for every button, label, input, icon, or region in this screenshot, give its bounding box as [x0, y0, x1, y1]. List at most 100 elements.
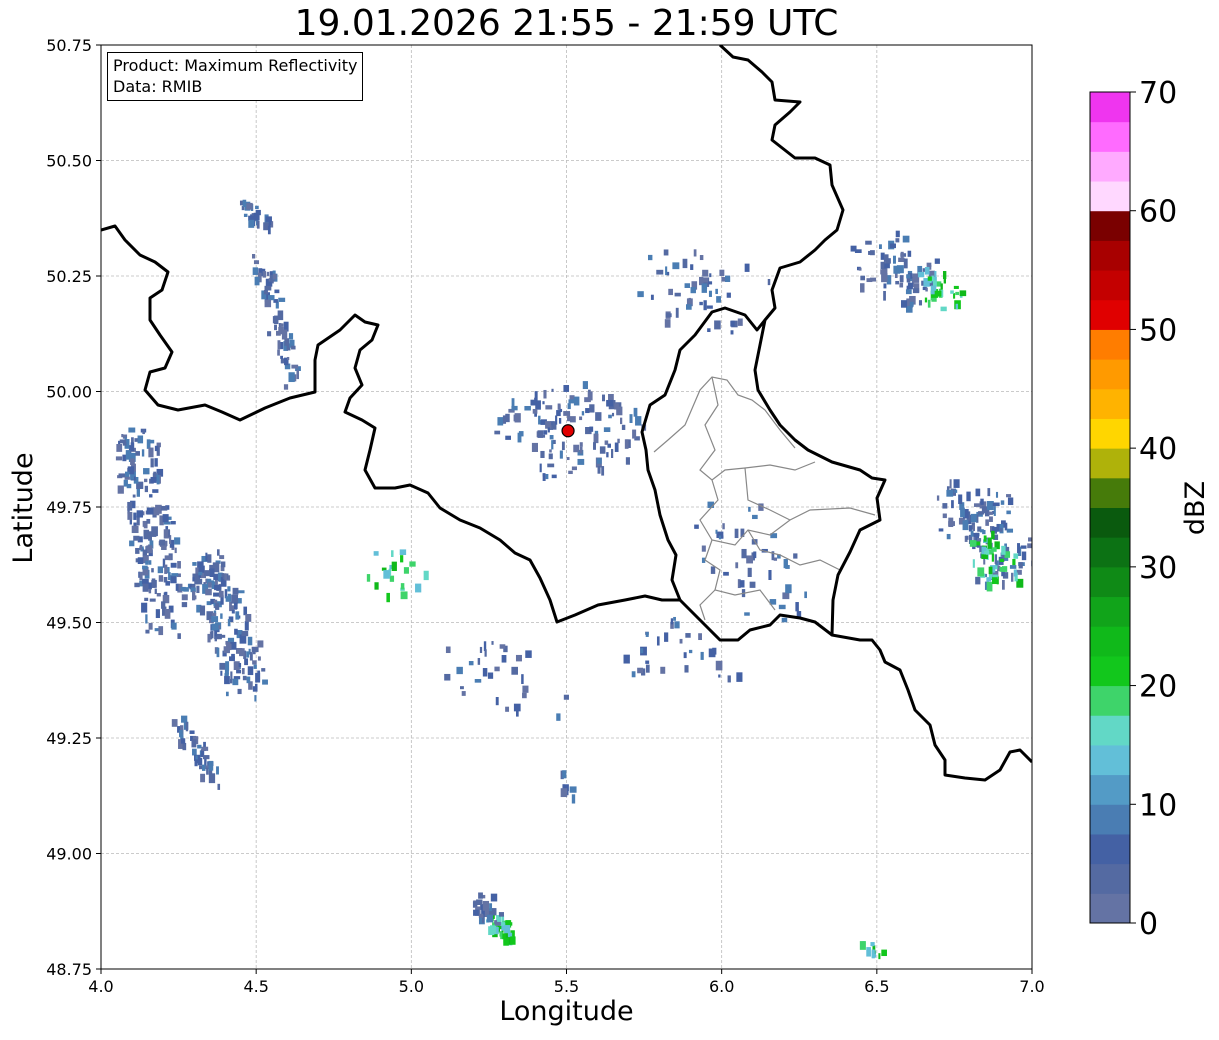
- echo-pixel: [593, 433, 599, 444]
- echo-pixel: [164, 564, 168, 574]
- echo-pixel: [768, 569, 772, 580]
- colorbar-segment: [1090, 121, 1130, 152]
- echo-pixel: [542, 401, 545, 405]
- colorbar-tick-label: 10: [1139, 788, 1177, 823]
- echo-pixel: [633, 407, 638, 417]
- echo-pixel: [551, 440, 554, 450]
- echo-pixel: [975, 488, 981, 497]
- echo-pixel: [232, 678, 239, 686]
- colorbar-segment: [1090, 833, 1130, 865]
- echo-pixel: [645, 664, 650, 673]
- echo-pixel: [181, 594, 188, 601]
- echo-pixel: [585, 408, 590, 414]
- echo-pixel: [551, 388, 554, 392]
- echo-pixel: [478, 892, 483, 899]
- echo-pixel: [252, 646, 256, 655]
- echo-pixel: [142, 549, 148, 556]
- echo-pixel: [262, 271, 267, 278]
- echo-pixel: [1000, 528, 1003, 532]
- echo-pixel: [237, 688, 242, 695]
- product-info-box: Product: Maximum Reflectivity Data: RMIB: [107, 52, 364, 101]
- echo-pixel: [949, 479, 952, 489]
- echo-pixel: [177, 633, 181, 639]
- x-tick-label: 7.0: [1019, 977, 1044, 996]
- echo-pixel: [242, 675, 247, 681]
- echo-pixel: [748, 506, 751, 512]
- echo-pixel: [950, 290, 954, 294]
- echo-pixel: [621, 424, 626, 430]
- echo-pixel: [899, 282, 904, 288]
- echo-pixel: [726, 292, 731, 298]
- echo-pixel: [234, 602, 238, 610]
- echo-pixel: [1018, 562, 1023, 569]
- echo-pixel: [444, 673, 451, 681]
- echo-pixel: [489, 925, 496, 934]
- echo-pixel: [152, 489, 159, 493]
- echo-pixel: [494, 430, 501, 435]
- echo-pixel: [208, 760, 214, 771]
- echo-pixel: [927, 276, 932, 281]
- echo-pixel: [160, 505, 168, 511]
- echo-pixel: [531, 442, 538, 452]
- echo-pixel: [400, 583, 405, 590]
- product-label: Product: Maximum Reflectivity: [113, 56, 358, 75]
- echo-pixel: [164, 608, 171, 619]
- x-tick-label: 6.0: [709, 977, 734, 996]
- echo-pixel: [288, 372, 295, 383]
- echo-pixel: [698, 633, 702, 641]
- echo-pixel: [883, 283, 887, 289]
- echo-pixel: [735, 562, 739, 569]
- echo-pixel: [252, 660, 257, 665]
- echo-pixel: [571, 466, 577, 471]
- echo-pixel: [139, 544, 143, 551]
- echo-pixel: [977, 567, 985, 577]
- colorbar-segment: [1090, 418, 1130, 449]
- echo-pixel: [218, 590, 224, 598]
- echo-pixel: [1021, 551, 1027, 561]
- echo-pixel: [992, 577, 998, 585]
- echo-pixel: [958, 494, 963, 505]
- echo-pixel: [871, 949, 875, 959]
- echo-pixel: [1011, 572, 1014, 582]
- echo-pixel: [686, 304, 692, 310]
- echo-pixel: [782, 592, 790, 600]
- echo-pixel: [185, 721, 189, 732]
- echo-pixel: [149, 598, 156, 602]
- echo-pixel: [224, 676, 230, 685]
- echo-pixel: [881, 949, 887, 957]
- echo-pixel: [211, 623, 219, 631]
- echo-pixel: [191, 591, 196, 601]
- echo-pixel: [682, 258, 688, 269]
- echo-pixel: [966, 491, 971, 502]
- echo-pixel: [854, 249, 862, 253]
- echo-pixel: [715, 529, 718, 534]
- echo-pixel: [675, 307, 679, 318]
- echo-pixel: [220, 561, 226, 568]
- echo-pixel: [291, 364, 299, 369]
- colorbar-tick-label: 60: [1139, 195, 1177, 230]
- echo-pixel: [926, 262, 932, 267]
- echo-pixel: [982, 529, 986, 535]
- echo-pixel: [866, 947, 871, 957]
- echo-pixel: [522, 692, 527, 699]
- echo-pixel: [608, 414, 612, 419]
- echo-pixel: [606, 399, 614, 407]
- echo-pixel: [992, 502, 1000, 507]
- echo-pixel: [201, 746, 209, 751]
- echo-pixel: [171, 573, 179, 577]
- echo-pixel: [953, 479, 960, 488]
- colorbar-tick-label: 20: [1139, 670, 1177, 705]
- echo-pixel: [130, 458, 135, 466]
- echo-pixel: [257, 656, 261, 661]
- echo-pixel: [951, 500, 954, 509]
- echo-pixel: [207, 633, 211, 643]
- echo-pixel: [227, 619, 231, 627]
- echo-pixel: [400, 555, 404, 563]
- echo-pixel: [474, 679, 482, 683]
- echo-pixel: [664, 319, 671, 328]
- colorbar-tick-label: 50: [1139, 313, 1177, 348]
- y-tick-label: 50.50: [46, 152, 92, 171]
- echo-pixel: [679, 638, 683, 644]
- echo-pixel: [703, 300, 707, 311]
- echo-pixel: [142, 565, 148, 570]
